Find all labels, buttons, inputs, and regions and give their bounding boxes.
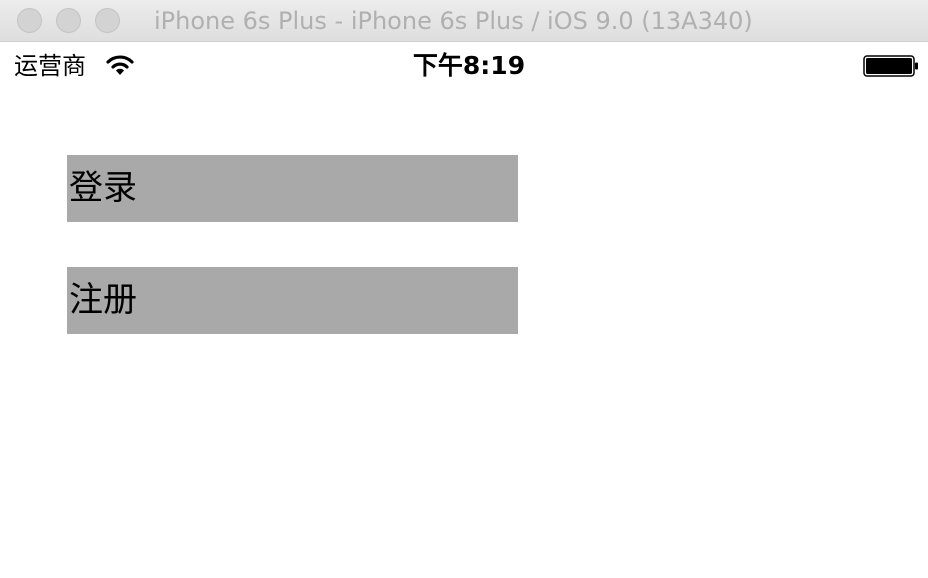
close-window-button[interactable]: [17, 8, 42, 33]
login-button[interactable]: 登录: [67, 155, 518, 222]
window-title: iPhone 6s Plus - iPhone 6s Plus / iOS 9.…: [154, 7, 753, 35]
window-titlebar: iPhone 6s Plus - iPhone 6s Plus / iOS 9.…: [0, 0, 928, 42]
zoom-window-button[interactable]: [95, 8, 120, 33]
ios-status-bar: 运营商 下午8:19: [0, 42, 928, 90]
status-time: 下午8:19: [412, 51, 526, 80]
register-button[interactable]: 注册: [67, 267, 518, 334]
battery-icon: [863, 55, 918, 77]
minimize-window-button[interactable]: [56, 8, 81, 33]
